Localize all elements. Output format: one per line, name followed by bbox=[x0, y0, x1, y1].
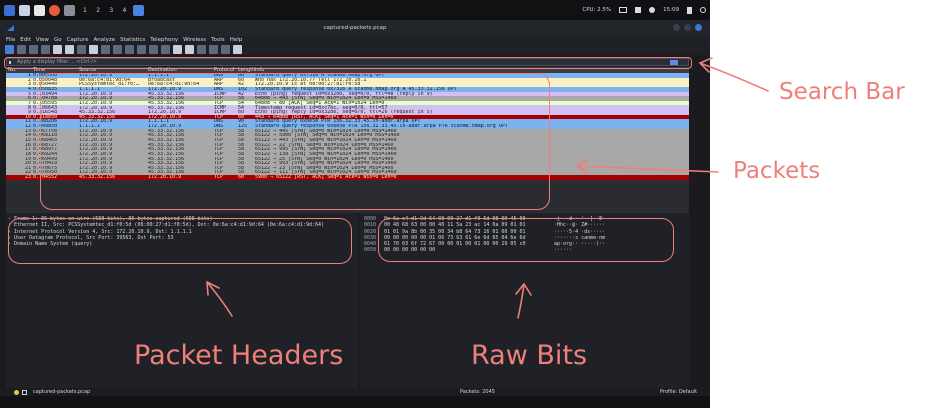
raw-bits-highlight bbox=[378, 218, 674, 262]
open-file-icon[interactable] bbox=[53, 45, 62, 54]
save-file-icon[interactable] bbox=[65, 45, 74, 54]
packet-headers-highlight bbox=[8, 218, 352, 264]
last-packet-icon[interactable] bbox=[161, 45, 170, 54]
folder-icon[interactable] bbox=[34, 4, 45, 16]
status-packets: Packets: 2045 bbox=[460, 389, 495, 395]
window-title: captured-packets.pcap bbox=[323, 25, 387, 31]
menu-go[interactable]: Go bbox=[54, 37, 62, 43]
packet-no: 23 bbox=[24, 175, 31, 180]
lock-icon[interactable] bbox=[687, 6, 692, 14]
menu-wireless[interactable]: Wireless bbox=[183, 37, 206, 43]
system-taskbar: 1 2 3 4 CPU: 2.5% 15:09 bbox=[0, 0, 710, 20]
status-profile[interactable]: Profile: Default bbox=[660, 389, 697, 395]
autoscroll-icon[interactable] bbox=[173, 45, 182, 54]
menu-icon[interactable] bbox=[64, 4, 75, 16]
reload-icon[interactable] bbox=[89, 45, 98, 54]
cpu-indicator: CPU: 2.5% bbox=[582, 7, 612, 13]
raw-bits-label: Raw Bits bbox=[471, 340, 588, 371]
close-button[interactable] bbox=[695, 24, 702, 31]
window-titlebar: captured-packets.pcap bbox=[0, 20, 710, 36]
power-icon[interactable] bbox=[700, 7, 706, 13]
menu-edit[interactable]: Edit bbox=[20, 37, 31, 43]
desktop-bottom bbox=[0, 396, 710, 408]
normal-size-icon[interactable] bbox=[221, 45, 230, 54]
menu-bar: File Edit View Go Capture Analyze Statis… bbox=[0, 36, 710, 44]
clock: 15:09 bbox=[663, 7, 679, 13]
stop-capture-icon[interactable] bbox=[17, 45, 26, 54]
go-to-packet-icon[interactable] bbox=[137, 45, 146, 54]
terminal-icon[interactable] bbox=[19, 4, 30, 16]
notification-icon[interactable] bbox=[649, 7, 656, 13]
wireshark-logo-icon bbox=[6, 23, 15, 32]
close-file-icon[interactable] bbox=[77, 45, 86, 54]
minimize-button[interactable] bbox=[673, 24, 680, 31]
comment-icon[interactable] bbox=[22, 389, 27, 395]
search-bar-label: Search Bar bbox=[779, 79, 905, 105]
menu-view[interactable]: View bbox=[36, 37, 49, 43]
menu-telephony[interactable]: Telephony bbox=[150, 37, 178, 43]
screen-icon[interactable] bbox=[619, 7, 628, 13]
zoom-in-icon[interactable] bbox=[197, 45, 206, 54]
maximize-button[interactable] bbox=[684, 24, 691, 31]
status-bar: captured-packets.pcap Packets: 2045 Prof… bbox=[0, 388, 710, 396]
menu-statistics[interactable]: Statistics bbox=[120, 37, 145, 43]
colorize-icon[interactable] bbox=[185, 45, 194, 54]
main-toolbar bbox=[0, 44, 710, 55]
packet-headers-label: Packet Headers bbox=[134, 340, 344, 371]
search-bar-highlight bbox=[4, 57, 692, 69]
packets-highlight bbox=[40, 73, 550, 210]
capture-options-icon[interactable] bbox=[41, 45, 50, 54]
resize-columns-icon[interactable] bbox=[233, 45, 242, 54]
zoom-out-icon[interactable] bbox=[209, 45, 218, 54]
packets-label: Packets bbox=[733, 158, 821, 184]
expert-info-icon[interactable] bbox=[14, 389, 19, 395]
go-back-icon[interactable] bbox=[113, 45, 122, 54]
restart-capture-icon[interactable] bbox=[29, 45, 38, 54]
workspace-switcher[interactable]: 1 2 3 4 bbox=[83, 7, 129, 14]
first-packet-icon[interactable] bbox=[149, 45, 158, 54]
wireshark-taskbar-icon[interactable] bbox=[133, 4, 145, 16]
go-forward-icon[interactable] bbox=[125, 45, 134, 54]
status-file: captured-packets.pcap bbox=[33, 389, 91, 395]
find-packet-icon[interactable] bbox=[101, 45, 110, 54]
menu-file[interactable]: File bbox=[6, 37, 15, 43]
menu-capture[interactable]: Capture bbox=[67, 37, 89, 43]
menu-tools[interactable]: Tools bbox=[211, 37, 225, 43]
start-capture-icon[interactable] bbox=[5, 45, 14, 54]
launcher-icon[interactable] bbox=[4, 4, 15, 16]
menu-help[interactable]: Help bbox=[230, 37, 243, 43]
menu-analyze[interactable]: Analyze bbox=[93, 37, 115, 43]
browser-icon[interactable] bbox=[49, 4, 60, 16]
volume-icon[interactable] bbox=[635, 7, 642, 13]
